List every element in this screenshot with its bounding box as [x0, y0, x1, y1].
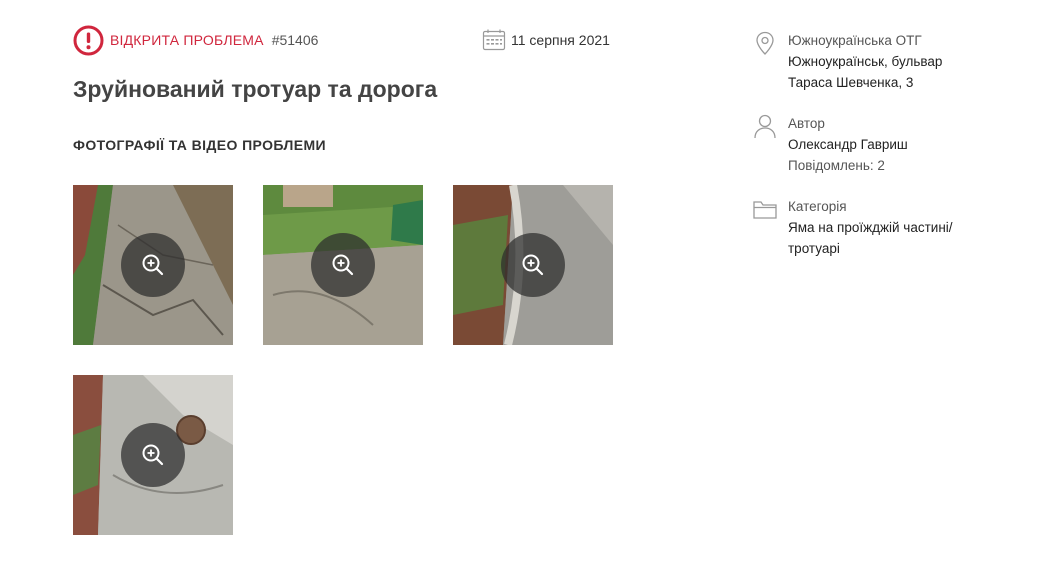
- photo-thumbnail-4[interactable]: [73, 375, 233, 535]
- author-label: Автор: [788, 116, 825, 131]
- calendar-icon: [482, 29, 506, 51]
- media-section-title: ФОТОГРАФІЇ ТА ВІДЕО ПРОБЛЕМИ: [73, 137, 326, 153]
- location-address-line2: Тараса Шевченка, 3: [788, 75, 914, 90]
- photo-thumbnail-2[interactable]: [263, 185, 423, 345]
- zoom-in-icon: [142, 444, 164, 466]
- zoom-button[interactable]: [311, 233, 375, 297]
- location-address-line1: Южноукраїнськ, бульвар: [788, 54, 943, 69]
- problem-status: ВІДКРИТА ПРОБЛЕМА #51406: [73, 25, 318, 55]
- photo-thumbnail-3[interactable]: [453, 185, 613, 345]
- zoom-in-icon: [332, 254, 354, 276]
- zoom-button[interactable]: [501, 233, 565, 297]
- date-text: 11 серпня 2021: [511, 32, 610, 48]
- problem-id: #51406: [271, 32, 319, 48]
- user-icon: [754, 114, 776, 139]
- category-line2: тротуарі: [788, 241, 840, 256]
- author-block: Автор Олександр Гавриш Повідомлень: 2: [752, 113, 908, 176]
- problem-date: 11 серпня 2021: [482, 28, 610, 52]
- category-block: Категорія Яма на проїжджій частині/ трот…: [752, 196, 953, 259]
- zoom-button[interactable]: [121, 423, 185, 487]
- author-name: Олександр Гавриш: [788, 137, 908, 152]
- alert-icon: [73, 25, 104, 55]
- location-community: Южноукраїнська ОТГ: [788, 33, 922, 48]
- photo-thumbnail-1[interactable]: [73, 185, 233, 345]
- category-label: Категорія: [788, 199, 847, 214]
- zoom-in-icon: [522, 254, 544, 276]
- map-pin-icon: [756, 31, 774, 55]
- status-label: ВІДКРИТА ПРОБЛЕМА: [110, 32, 264, 48]
- category-line1: Яма на проїжджій частині/: [788, 220, 953, 235]
- author-messages: Повідомлень: 2: [788, 158, 885, 173]
- page-title: Зруйнований тротуар та дорога: [73, 76, 438, 102]
- zoom-in-icon: [142, 254, 164, 276]
- location-block: Южноукраїнська ОТГ Южноукраїнськ, бульва…: [752, 30, 942, 93]
- zoom-button[interactable]: [121, 233, 185, 297]
- folder-icon: [753, 201, 777, 219]
